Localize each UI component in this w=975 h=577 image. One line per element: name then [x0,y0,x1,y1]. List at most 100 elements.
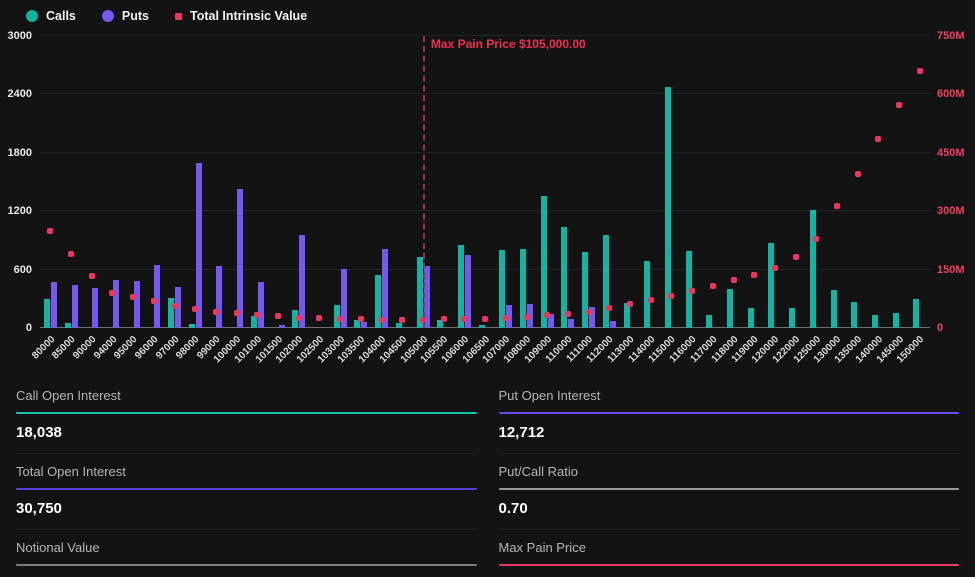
puts-bar [279,325,285,328]
stat-label: Notional Value [16,540,477,555]
bar-group-150000[interactable] [910,36,931,328]
intrinsic-value-dot [731,277,737,283]
bar-group-120000[interactable] [765,36,786,328]
stat-max-pain-price: Max Pain Price$105,000.00 [499,530,960,577]
bar-group-80000[interactable] [40,36,61,328]
bar-group-96000[interactable] [144,36,165,328]
stat-put-open-interest: Put Open Interest12,712 [499,378,960,454]
bar-group-97000[interactable] [164,36,185,328]
bar-group-106500[interactable] [475,36,496,328]
bar-group-103000[interactable] [330,36,351,328]
puts-bar [134,281,140,328]
bar-group-114000[interactable] [640,36,661,328]
calls-bar [893,313,899,328]
legend-item-calls[interactable]: Calls [26,9,76,23]
bar-group-85000[interactable] [61,36,82,328]
calls-bar [541,196,547,328]
intrinsic-value-dot [503,315,509,321]
calls-bar [65,323,71,328]
calls-bar [44,299,50,328]
bar-group-107000[interactable] [495,36,516,328]
intrinsic-value-dot [606,305,612,311]
bar-group-95000[interactable] [123,36,144,328]
intrinsic-value-dot [296,315,302,321]
left-axis-tick: 600 [14,264,32,276]
left-axis-tick: 1800 [8,147,32,159]
intrinsic-value-dot [254,312,260,318]
bar-group-102500[interactable] [309,36,330,328]
stat-label: Put Open Interest [499,388,960,403]
bar-group-113000[interactable] [620,36,641,328]
bar-group-106000[interactable] [454,36,475,328]
puts-bar [196,163,202,328]
intrinsic-value-dot [917,68,923,74]
bar-group-130000[interactable] [827,36,848,328]
bar-group-90000[interactable] [81,36,102,328]
bar-group-115000[interactable] [661,36,682,328]
intrinsic-value-dot [524,314,530,320]
right-axis-tick: 600M [937,88,965,100]
calls-bar [706,315,712,328]
calls-bar [582,252,588,328]
intrinsic-value-dot [875,136,881,142]
bar-group-100000[interactable] [226,36,247,328]
bar-group-122000[interactable] [785,36,806,328]
intrinsic-value-dot [751,272,757,278]
puts-bar [568,319,574,328]
right-axis-tick: 750M [937,30,965,42]
legend-item-puts[interactable]: Puts [102,9,149,23]
left-axis-tick: 3000 [8,30,32,42]
intrinsic-value-dot [793,254,799,260]
stat-label: Total Open Interest [16,464,477,479]
bar-group-112000[interactable] [599,36,620,328]
intrinsic-value-dot [834,203,840,209]
bar-group-102000[interactable] [288,36,309,328]
right-axis: 0150M300M450M600M750M [932,36,975,328]
bar-group-118000[interactable] [723,36,744,328]
intrinsic-value-dot [379,317,385,323]
legend-item-total-intrinsic-value[interactable]: Total Intrinsic Value [175,9,307,23]
bar-group-140000[interactable] [868,36,889,328]
stat-value: 30,750 [16,490,477,529]
bar-group-145000[interactable] [889,36,910,328]
bar-group-104000[interactable] [371,36,392,328]
stat-call-open-interest: Call Open Interest18,038 [16,378,477,454]
bar-group-101500[interactable] [268,36,289,328]
bar-group-110000[interactable] [558,36,579,328]
bar-group-135000[interactable] [847,36,868,328]
puts-bar [113,280,119,328]
bar-group-108000[interactable] [516,36,537,328]
bars-layer [40,36,930,328]
stat-label: Put/Call Ratio [499,464,960,479]
right-axis-tick: 450M [937,147,965,159]
bar-group-105500[interactable] [433,36,454,328]
options-max-pain-screen: CallsPutsTotal Intrinsic Value 060012001… [0,0,975,577]
intrinsic-value-dot [213,309,219,315]
bar-group-99000[interactable] [206,36,227,328]
bar-group-94000[interactable] [102,36,123,328]
intrinsic-value-dot [813,236,819,242]
bar-group-103500[interactable] [351,36,372,328]
intrinsic-value-dot [482,316,488,322]
puts-bar [237,189,243,328]
left-axis-tick: 1200 [8,205,32,217]
calls-bar [189,324,195,328]
x-tick-label: 96000 [133,334,160,361]
puts-bar [51,282,57,328]
bar-group-119000[interactable] [744,36,765,328]
bar-group-125000[interactable] [806,36,827,328]
plot-area: Max Pain Price $105,000.00 [40,36,930,328]
intrinsic-value-dot [855,171,861,177]
bar-group-101000[interactable] [247,36,268,328]
bar-group-98000[interactable] [185,36,206,328]
bar-group-117000[interactable] [703,36,724,328]
bar-group-111000[interactable] [578,36,599,328]
intrinsic-value-dot [130,294,136,300]
bar-group-116000[interactable] [682,36,703,328]
bar-group-109000[interactable] [537,36,558,328]
calls-bar [789,308,795,328]
bar-group-104500[interactable] [392,36,413,328]
intrinsic-value-dot [337,316,343,322]
calls-bar [810,210,816,328]
stat-value: $105,000.00 [499,566,960,577]
